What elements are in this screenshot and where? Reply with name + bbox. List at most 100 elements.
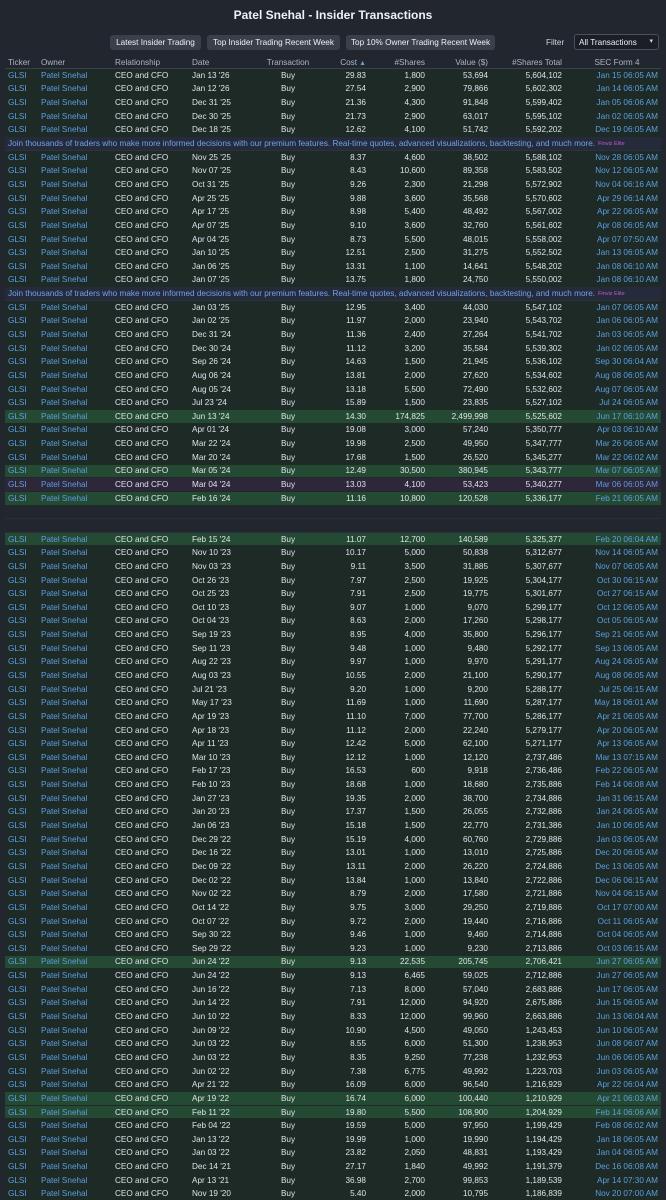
owner-link[interactable]: Patel Snehal: [41, 576, 115, 585]
owner-link[interactable]: Patel Snehal: [41, 753, 115, 762]
ticker-link[interactable]: GLSI: [5, 357, 41, 366]
ticker-link[interactable]: GLSI: [5, 589, 41, 598]
sec-form-4-link[interactable]: Oct 04 06:05 AM: [562, 930, 661, 939]
column-header-ticker[interactable]: Ticker: [5, 58, 41, 67]
column-header-date[interactable]: Date: [192, 58, 262, 67]
ticker-link[interactable]: GLSI: [5, 726, 41, 735]
table-row[interactable]: GLSI Patel Snehal CEO and CFO Aug 06 '24 Buy…: [5, 369, 661, 383]
ticker-link[interactable]: GLSI: [5, 876, 41, 885]
premium-promo-banner[interactable]: Join thousands of traders who make more …: [5, 287, 661, 301]
owner-link[interactable]: Patel Snehal: [41, 930, 115, 939]
ticker-link[interactable]: GLSI: [5, 330, 41, 339]
ticker-link[interactable]: GLSI: [5, 1121, 41, 1130]
table-row[interactable]: GLSI Patel Snehal CEO and CFO Nov 19 '20 Buy…: [5, 1187, 661, 1200]
table-row[interactable]: GLSI Patel Snehal CEO and CFO Jan 06 '23 Buy…: [5, 819, 661, 833]
owner-link[interactable]: Patel Snehal: [41, 180, 115, 189]
owner-link[interactable]: Patel Snehal: [41, 453, 115, 462]
owner-link[interactable]: Patel Snehal: [41, 398, 115, 407]
sec-form-4-link[interactable]: May 18 06:01 AM: [562, 698, 661, 707]
sec-form-4-link[interactable]: Apr 13 06:05 AM: [562, 739, 661, 748]
owner-link[interactable]: Patel Snehal: [41, 903, 115, 912]
sec-form-4-link[interactable]: Oct 30 06:15 AM: [562, 576, 661, 585]
sec-form-4-link[interactable]: Oct 05 06:05 AM: [562, 616, 661, 625]
sec-form-4-link[interactable]: Apr 21 06:05 AM: [562, 712, 661, 721]
ticker-link[interactable]: GLSI: [5, 1094, 41, 1103]
table-row[interactable]: GLSI Patel Snehal CEO and CFO Jun 16 '22 Buy…: [5, 982, 661, 997]
sec-form-4-link[interactable]: Jan 02 06:05 AM: [562, 344, 661, 353]
ticker-link[interactable]: GLSI: [5, 848, 41, 857]
ticker-link[interactable]: GLSI: [5, 821, 41, 830]
ticker-link[interactable]: GLSI: [5, 303, 41, 312]
sec-form-4-link[interactable]: Dec 20 06:05 AM: [562, 848, 661, 857]
owner-link[interactable]: Patel Snehal: [41, 425, 115, 434]
sec-form-4-link[interactable]: Jan 18 06:05 AM: [562, 1135, 661, 1144]
table-row[interactable]: GLSI Patel Snehal CEO and CFO Dec 18 '25 Buy…: [5, 123, 661, 138]
ticker-link[interactable]: GLSI: [5, 712, 41, 721]
sec-form-4-link[interactable]: Apr 08 06:05 AM: [562, 221, 661, 230]
owner-link[interactable]: Patel Snehal: [41, 766, 115, 775]
ticker-link[interactable]: GLSI: [5, 1135, 41, 1144]
sec-form-4-link[interactable]: Jun 08 06:07 AM: [562, 1039, 661, 1048]
sec-form-4-link[interactable]: Jun 27 06:05 AM: [562, 971, 661, 980]
ticker-link[interactable]: GLSI: [5, 275, 41, 284]
sec-form-4-link[interactable]: Mar 13 07:15 AM: [562, 753, 661, 762]
table-row[interactable]: GLSI Patel Snehal CEO and CFO Jan 13 '26 Buy…: [5, 69, 661, 83]
table-row[interactable]: GLSI Patel Snehal CEO and CFO Apr 25 '25 Buy…: [5, 191, 661, 206]
table-row[interactable]: GLSI Patel Snehal CEO and CFO Apr 21 '22 Buy…: [5, 1078, 661, 1093]
table-row[interactable]: GLSI Patel Snehal CEO and CFO Apr 07 '25 Buy…: [5, 219, 661, 233]
ticker-link[interactable]: GLSI: [5, 766, 41, 775]
column-header-cost[interactable]: Cost ▲: [314, 58, 370, 67]
promo-text[interactable]: Join thousands of traders who make more …: [8, 139, 595, 148]
table-row[interactable]: GLSI Patel Snehal CEO and CFO Jan 10 '25 Buy…: [5, 246, 661, 260]
ticker-link[interactable]: GLSI: [5, 1176, 41, 1185]
owner-link[interactable]: Patel Snehal: [41, 957, 115, 966]
table-row[interactable]: GLSI Patel Snehal CEO and CFO Oct 04 '23 Buy…: [5, 614, 661, 629]
table-row[interactable]: GLSI Patel Snehal CEO and CFO Aug 03 '23 Buy…: [5, 669, 661, 683]
ticker-link[interactable]: GLSI: [5, 180, 41, 189]
ticker-link[interactable]: GLSI: [5, 194, 41, 203]
sec-form-4-link[interactable]: Sep 30 06:04 AM: [562, 357, 661, 366]
sec-form-4-link[interactable]: Jan 08 06:10 AM: [562, 275, 661, 284]
sec-form-4-link[interactable]: Jan 02 06:05 AM: [562, 112, 661, 121]
sec-form-4-link[interactable]: Feb 14 06:08 AM: [562, 780, 661, 789]
ticker-link[interactable]: GLSI: [5, 535, 41, 544]
owner-link[interactable]: Patel Snehal: [41, 848, 115, 857]
sec-form-4-link[interactable]: Mar 07 06:05 AM: [562, 466, 661, 475]
ticker-link[interactable]: GLSI: [5, 98, 41, 107]
owner-link[interactable]: Patel Snehal: [41, 1121, 115, 1130]
sec-form-4-link[interactable]: Nov 14 06:05 AM: [562, 548, 661, 557]
ticker-link[interactable]: GLSI: [5, 125, 41, 134]
table-row[interactable]: GLSI Patel Snehal CEO and CFO Oct 25 '23 Buy…: [5, 587, 661, 601]
table-row[interactable]: GLSI Patel Snehal CEO and CFO Mar 22 '24 Buy…: [5, 437, 661, 451]
ticker-link[interactable]: GLSI: [5, 494, 41, 503]
owner-link[interactable]: Patel Snehal: [41, 385, 115, 394]
sec-form-4-link[interactable]: Nov 04 06:16 AM: [562, 180, 661, 189]
sec-form-4-link[interactable]: Oct 17 07:00 AM: [562, 903, 661, 912]
ticker-link[interactable]: GLSI: [5, 1039, 41, 1048]
table-row[interactable]: GLSI Patel Snehal CEO and CFO Jan 03 '25 Buy…: [5, 300, 661, 315]
sec-form-4-link[interactable]: Jan 31 06:15 AM: [562, 794, 661, 803]
ticker-link[interactable]: GLSI: [5, 562, 41, 571]
ticker-link[interactable]: GLSI: [5, 930, 41, 939]
table-row[interactable]: GLSI Patel Snehal CEO and CFO Feb 17 '23 Buy…: [5, 764, 661, 779]
owner-link[interactable]: Patel Snehal: [41, 1053, 115, 1062]
ticker-link[interactable]: GLSI: [5, 985, 41, 994]
sec-form-4-link[interactable]: Jul 24 06:05 AM: [562, 398, 661, 407]
sec-form-4-link[interactable]: Jun 15 06:05 AM: [562, 998, 661, 1007]
table-row[interactable]: GLSI Patel Snehal CEO and CFO Oct 14 '22 Buy…: [5, 901, 661, 915]
sec-form-4-link[interactable]: Jan 15 06:05 AM: [562, 71, 661, 80]
sec-form-4-link[interactable]: Nov 20 07:00 AM: [562, 1189, 661, 1198]
sec-form-4-link[interactable]: Jan 05 06:06 AM: [562, 98, 661, 107]
table-row[interactable]: GLSI Patel Snehal CEO and CFO Sep 11 '23 Buy…: [5, 641, 661, 656]
table-row[interactable]: GLSI Patel Snehal CEO and CFO Jun 09 '22 Buy…: [5, 1023, 661, 1038]
filter-select[interactable]: All Transactions ▾: [574, 34, 659, 50]
ticker-link[interactable]: GLSI: [5, 412, 41, 421]
sec-form-4-link[interactable]: Jun 17 06:10 AM: [562, 412, 661, 421]
sec-form-4-link[interactable]: Jan 04 06:05 AM: [562, 1148, 661, 1157]
owner-link[interactable]: Patel Snehal: [41, 644, 115, 653]
ticker-link[interactable]: GLSI: [5, 971, 41, 980]
ticker-link[interactable]: GLSI: [5, 903, 41, 912]
ticker-link[interactable]: GLSI: [5, 998, 41, 1007]
top-insider-trading-recent-week-button[interactable]: Top Insider Trading Recent Week: [207, 35, 340, 50]
ticker-link[interactable]: GLSI: [5, 576, 41, 585]
